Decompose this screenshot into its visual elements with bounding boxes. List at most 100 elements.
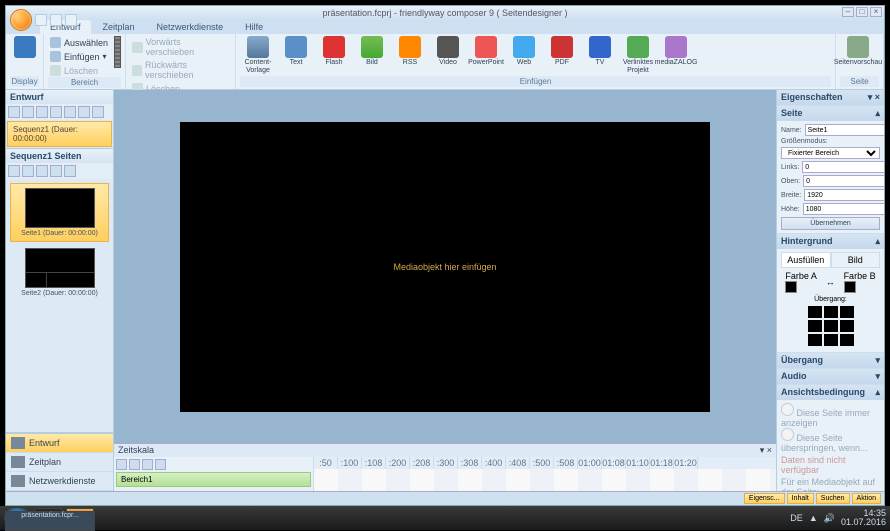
tool-btn[interactable] — [22, 165, 34, 177]
tool-btn[interactable] — [36, 106, 48, 118]
app-menu-orb[interactable] — [10, 9, 32, 31]
status-eigenschaften[interactable]: Eigensc... — [744, 493, 785, 504]
tool-btn[interactable] — [8, 165, 20, 177]
eigenschaften-header[interactable]: Eigenschaften▾ × — [777, 90, 884, 105]
qat-save-icon[interactable] — [35, 14, 47, 26]
sequence-item[interactable]: Sequenz1 (Dauer: 00:00:00) — [7, 121, 112, 147]
video-button[interactable]: Video — [430, 36, 466, 67]
maximize-button[interactable]: □ — [856, 7, 868, 17]
tool-btn[interactable] — [78, 106, 90, 118]
text-button[interactable]: Text — [278, 36, 314, 67]
bg-tab-bild[interactable]: Bild — [831, 252, 881, 268]
pdf-button[interactable]: PDF — [544, 36, 580, 67]
tab-hilfe[interactable]: Hilfe — [235, 20, 273, 34]
powerpoint-button[interactable]: PowerPoint — [468, 36, 504, 67]
timeline-rows[interactable] — [314, 469, 776, 491]
statusbar: Eigensc... Inhalt Suchen Aktion — [6, 491, 884, 505]
page-thumb-1[interactable]: Seite1 (Dauer: 00:00:00) — [10, 183, 109, 242]
timeline-grid[interactable]: :50:100:108:200:208:300:308:400:408:500:… — [314, 457, 776, 491]
tool-btn[interactable] — [50, 106, 62, 118]
mediazalog-button[interactable]: mediaZALOG — [658, 36, 694, 67]
hohe-input[interactable] — [803, 203, 884, 215]
dir-btn[interactable] — [840, 334, 854, 346]
vorwarts-button[interactable]: Vorwärts verschieben — [130, 36, 231, 58]
minimize-button[interactable]: – — [842, 7, 854, 17]
timeline-collapse[interactable]: ▾ × — [760, 445, 772, 456]
color-b-swatch[interactable] — [844, 281, 856, 293]
seite-header[interactable]: Seite▴ — [777, 106, 884, 121]
tool-btn[interactable] — [64, 165, 76, 177]
tab-zeitplan[interactable]: Zeitplan — [93, 20, 145, 34]
tool-btn[interactable] — [8, 106, 20, 118]
tl-tool[interactable] — [155, 459, 166, 470]
nav-netzwerkdienste[interactable]: Netzwerkdienste — [6, 472, 113, 491]
loschen-button[interactable]: Löschen — [48, 64, 110, 77]
qat-redo-icon[interactable] — [65, 14, 77, 26]
tool-btn[interactable] — [50, 165, 62, 177]
dir-btn[interactable] — [808, 334, 822, 346]
dir-btn[interactable] — [840, 320, 854, 332]
hintergrund-header[interactable]: Hintergrund▴ — [777, 234, 884, 249]
tool-btn[interactable] — [64, 106, 76, 118]
tick: :500 — [530, 457, 554, 469]
sizemode-select[interactable]: Fixierter Bereich — [781, 147, 880, 159]
tool-btn[interactable] — [92, 106, 104, 118]
links-input[interactable] — [802, 161, 884, 173]
auswahlen-button[interactable]: Auswählen — [48, 36, 110, 49]
timeline-bereich-item[interactable]: Bereich1 — [116, 472, 311, 487]
audio-header[interactable]: Audio▾ — [777, 369, 884, 384]
opt-skip — [781, 428, 794, 441]
dir-btn[interactable] — [824, 306, 838, 318]
design-canvas[interactable]: Mediaobjekt hier einfügen — [180, 122, 710, 412]
ruckwarts-button[interactable]: Rückwärts verschieben — [130, 59, 231, 81]
qat-undo-icon[interactable] — [50, 14, 62, 26]
tl-tool[interactable] — [116, 459, 127, 470]
content-template-button[interactable]: Content-Vorlage — [240, 36, 276, 75]
tool-btn[interactable] — [22, 106, 34, 118]
tab-netzwerkdienste[interactable]: Netzwerkdienste — [147, 20, 234, 34]
ubergang-header[interactable]: Übergang▾ — [777, 353, 884, 368]
name-input[interactable] — [805, 124, 884, 136]
tool-btn[interactable] — [36, 165, 48, 177]
lang-indicator[interactable]: DE — [790, 513, 803, 523]
status-aktion[interactable]: Aktion — [852, 493, 881, 504]
ansicht-header[interactable]: Ansichtsbedingung▴ — [777, 385, 884, 400]
tv-button[interactable]: TV — [582, 36, 618, 67]
status-suchen[interactable]: Suchen — [816, 493, 850, 504]
nav-entwurf[interactable]: Entwurf — [6, 434, 113, 453]
timeline-panel: Zeitskala▾ × Bereich1 :50:100:108:200:20… — [114, 443, 776, 491]
tl-tool[interactable] — [142, 459, 153, 470]
dir-btn[interactable] — [808, 320, 822, 332]
tl-tool[interactable] — [129, 459, 140, 470]
web-button[interactable]: Web — [506, 36, 542, 67]
dir-btn[interactable] — [824, 334, 838, 346]
dir-btn[interactable] — [824, 320, 838, 332]
dir-btn[interactable] — [840, 306, 854, 318]
image-button[interactable]: Bild — [354, 36, 390, 67]
breite-input[interactable] — [804, 189, 884, 201]
page-thumb-2[interactable]: Seite2 (Dauer: 00:00:00) — [10, 248, 109, 297]
page-preview-button[interactable]: Seitenvorschau — [840, 36, 876, 67]
linked-project-button[interactable]: Verlinktes Projekt — [620, 36, 656, 75]
backward-icon — [132, 65, 142, 76]
left-column: Entwurf Sequenz1 (Dauer: 00:00:00) Seque… — [6, 90, 114, 491]
tray-icon[interactable]: 🔊 — [824, 513, 835, 524]
color-a-swatch[interactable] — [785, 281, 797, 293]
schedule-icon — [11, 456, 25, 468]
dir-btn[interactable] — [808, 306, 822, 318]
bg-tab-ausfullen[interactable]: Ausfüllen — [781, 252, 831, 268]
einfugen-button[interactable]: Einfügen▾ — [48, 50, 110, 63]
canvas-area: Mediaobjekt hier einfügen — [114, 90, 776, 443]
app-taskbtn[interactable]: präsentation.fcpr... — [5, 511, 95, 531]
status-inhalt[interactable]: Inhalt — [787, 493, 814, 504]
close-button[interactable]: × — [870, 7, 882, 17]
rss-button[interactable]: RSS — [392, 36, 428, 67]
tray-icon[interactable]: ▲ — [809, 513, 818, 523]
ubernehmen-button[interactable]: Übernehmen — [781, 217, 880, 230]
nav-zeitplan[interactable]: Zeitplan — [6, 453, 113, 472]
oben-input[interactable] — [803, 175, 884, 187]
flash-button[interactable]: Flash — [316, 36, 352, 67]
display-button[interactable] — [10, 36, 39, 59]
clock[interactable]: 14:3501.07.2016 — [841, 509, 886, 527]
forward-icon — [132, 42, 143, 53]
